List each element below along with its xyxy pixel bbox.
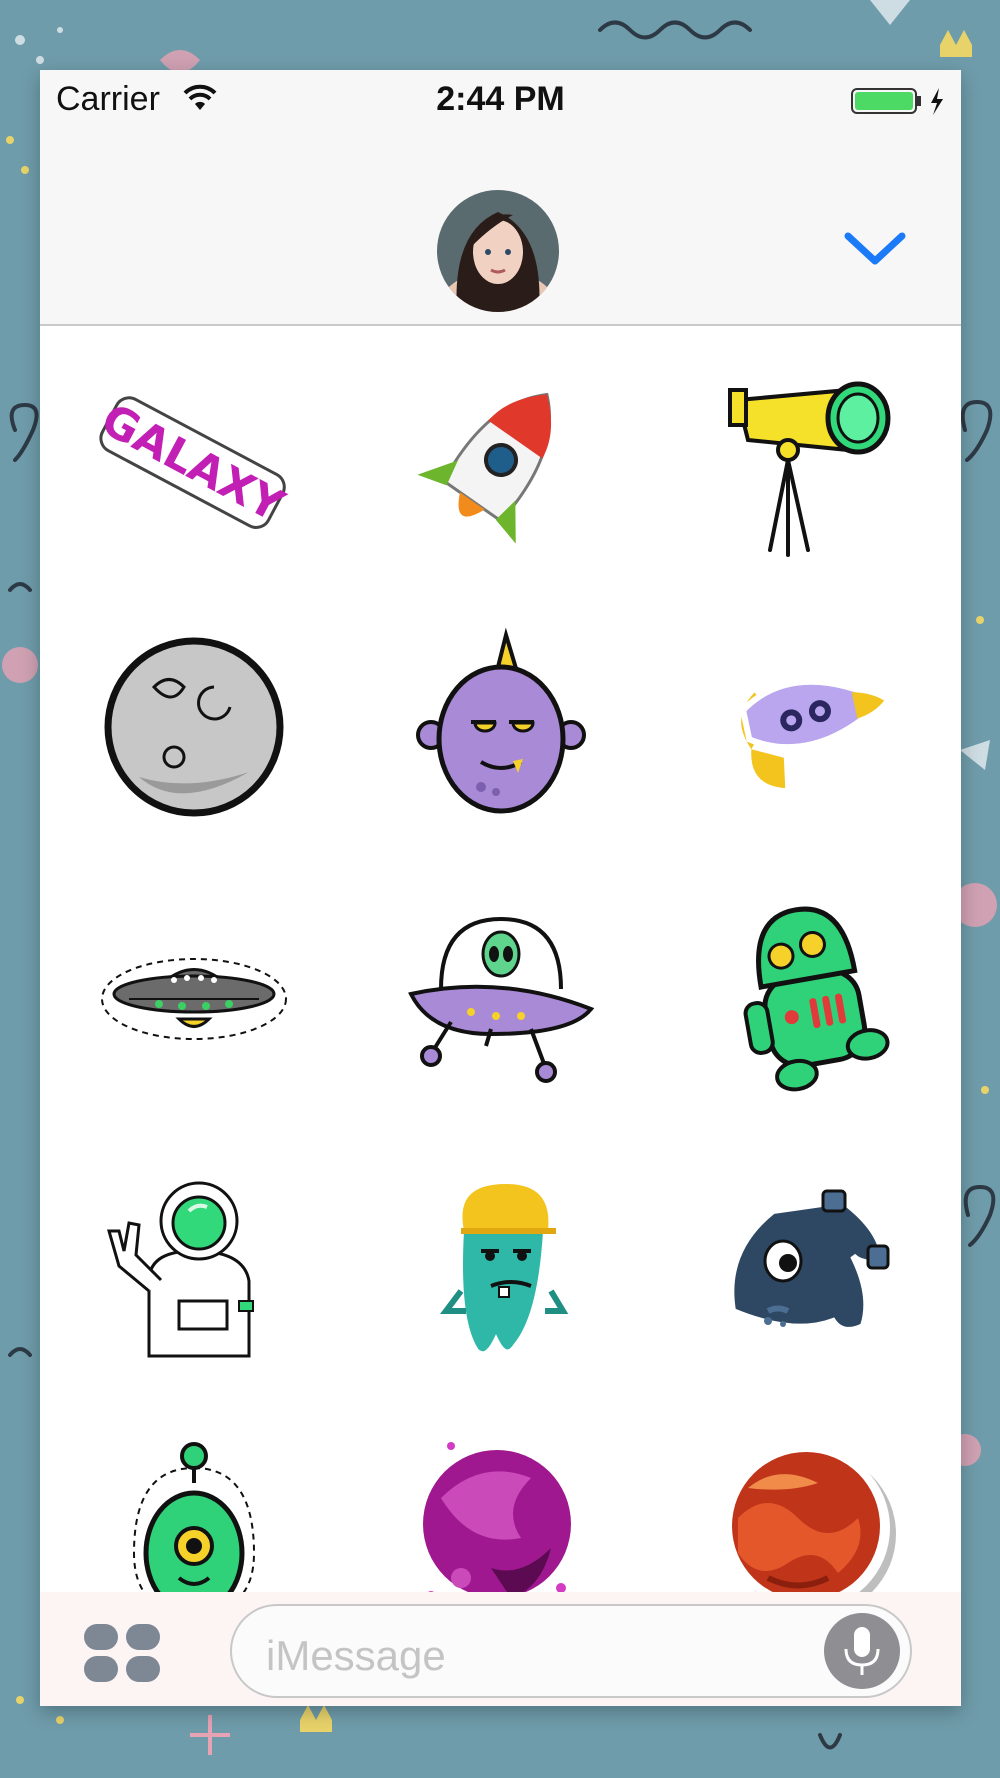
imessage-app-window: Carrier 2:44 PM GALAXY iMessage <box>40 70 961 1706</box>
sticker-moon[interactable] <box>40 593 347 860</box>
microphone-button[interactable] <box>824 1613 900 1689</box>
message-input-bar: iMessage <box>40 1592 961 1706</box>
status-time: 2:44 PM <box>436 80 565 118</box>
message-placeholder: iMessage <box>266 1632 446 1679</box>
sticker-grid: GALAXY <box>40 326 961 1662</box>
sticker-alien-ufo[interactable] <box>347 860 654 1127</box>
avatar[interactable] <box>437 190 559 312</box>
battery-icon <box>851 88 943 115</box>
sticker-purple-monster[interactable] <box>347 593 654 860</box>
microphone-icon <box>844 1627 880 1675</box>
sticker-teal-monster[interactable] <box>347 1127 654 1394</box>
chevron-down-icon[interactable] <box>840 218 910 278</box>
sticker-green-robot[interactable] <box>654 860 961 1127</box>
sticker-gray-ufo[interactable] <box>40 860 347 1127</box>
app-drawer-icon[interactable] <box>82 1622 162 1684</box>
conversation-header <box>40 130 961 326</box>
sticker-navy-monster[interactable] <box>654 1127 961 1394</box>
sticker-galaxy-label: GALAXY <box>94 394 293 533</box>
sticker-purple-rocket[interactable] <box>654 593 961 860</box>
sticker-rocket[interactable] <box>347 326 654 593</box>
message-input[interactable]: iMessage <box>230 1604 912 1698</box>
sticker-astronaut[interactable] <box>40 1127 347 1394</box>
sticker-telescope[interactable] <box>654 326 961 593</box>
sticker-galaxy-text[interactable]: GALAXY <box>40 326 347 593</box>
status-bar: Carrier 2:44 PM <box>40 70 961 130</box>
